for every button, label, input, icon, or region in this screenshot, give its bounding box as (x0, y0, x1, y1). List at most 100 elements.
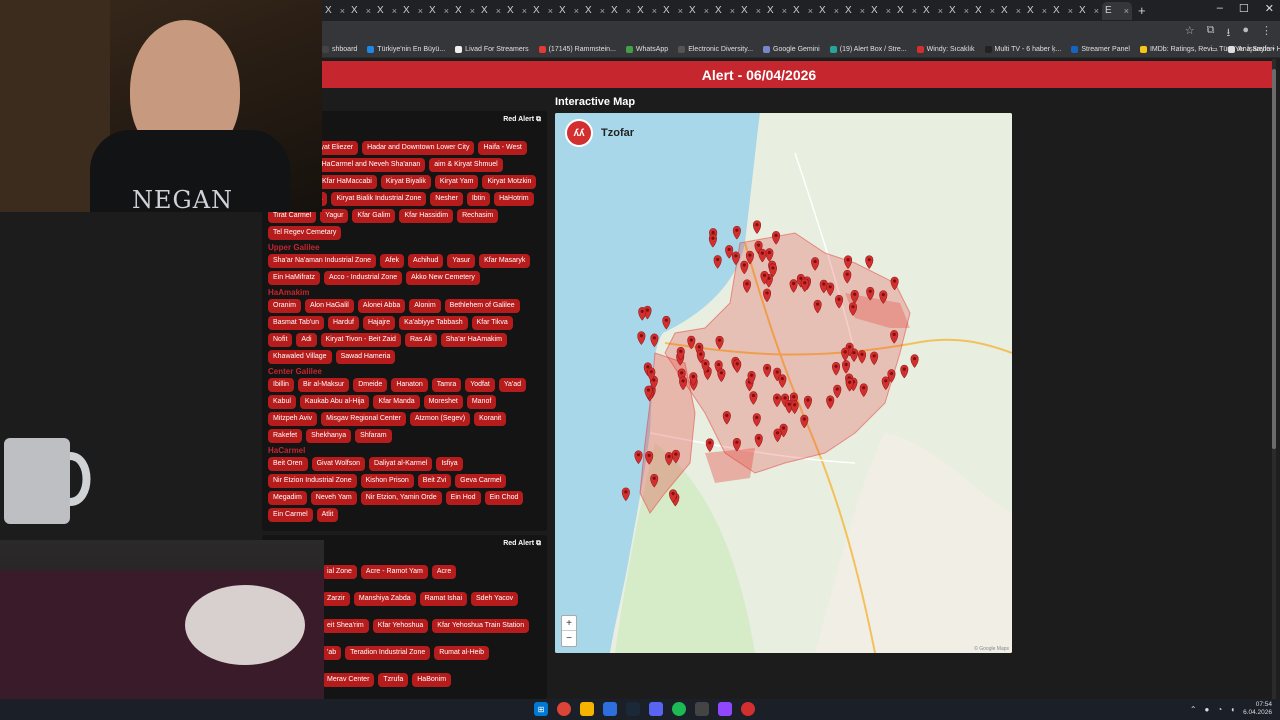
alert-location-chip[interactable]: Tel Regev Cemetary (268, 226, 342, 240)
alert-location-chip[interactable]: Yagur (320, 209, 349, 223)
browser-tab[interactable]: X × (608, 2, 634, 20)
tab-close-icon[interactable]: × (340, 6, 345, 16)
alert-pin-icon[interactable] (859, 383, 868, 398)
alert-pin-icon[interactable] (789, 279, 798, 293)
tab-close-icon[interactable]: × (678, 6, 683, 16)
alert-pin-icon[interactable] (650, 333, 659, 348)
alert-pin-icon[interactable] (826, 282, 835, 297)
tab-close-icon[interactable]: × (1068, 6, 1073, 16)
browser-tab[interactable]: X × (478, 2, 504, 20)
alert-location-chip[interactable]: Alon HaGalil (304, 299, 354, 313)
browser-tab[interactable]: X × (660, 2, 686, 20)
alert-pin-icon[interactable] (731, 251, 740, 266)
app-icon[interactable] (603, 702, 617, 716)
browser-tab[interactable]: X × (712, 2, 738, 20)
alert-location-chip[interactable]: Kiryat Tivon - Beit Zaid (320, 333, 401, 347)
alert-pin-icon[interactable] (833, 384, 842, 399)
alert-pin-icon[interactable] (645, 451, 654, 465)
alert-location-chip[interactable]: Sha'ar Na'aman Industrial Zone (268, 254, 377, 268)
alert-location-chip[interactable]: HaBonim (412, 673, 452, 687)
alert-location-chip[interactable]: Oranim (268, 299, 301, 313)
browser-tab[interactable]: X × (946, 2, 972, 20)
chevron-up-icon[interactable]: ⌃ (1190, 705, 1197, 714)
browser-tab[interactable]: X × (582, 2, 608, 20)
alert-location-chip[interactable]: Kishon Prison (360, 474, 414, 488)
alert-pin-icon[interactable] (713, 255, 722, 269)
alert-pin-icon[interactable] (800, 278, 809, 293)
alert-location-chip[interactable]: Kiryat Bialik Industrial Zone (331, 192, 427, 206)
alert-location-chip[interactable]: Bethlehem of Galilee (444, 299, 520, 313)
alert-pin-icon[interactable] (749, 391, 758, 405)
alert-pin-icon[interactable] (715, 335, 724, 350)
alert-pin-icon[interactable] (844, 255, 853, 270)
alert-location-chip[interactable]: Haifa - West (478, 141, 527, 155)
alert-pin-icon[interactable] (638, 307, 647, 321)
file-explorer-icon[interactable] (580, 702, 594, 716)
tab-close-icon[interactable]: × (392, 6, 397, 16)
interactive-map[interactable]: ʎʎ Tzofar + − © Google Maps (555, 113, 1012, 653)
clock[interactable]: 07:54 6.04.2026 (1243, 701, 1272, 717)
alert-location-chip[interactable]: Khawaled Village (268, 350, 332, 364)
alert-location-chip[interactable]: Kfar Masaryk (479, 254, 531, 268)
tab-close-icon[interactable]: × (1016, 6, 1021, 16)
alert-location-chip[interactable]: Ibillin (268, 378, 294, 392)
alert-location-chip[interactable]: Ein HaMifratz (268, 271, 321, 285)
alert-location-chip[interactable]: Manshiya Zabda (353, 592, 416, 606)
tab-close-icon[interactable]: × (990, 6, 995, 16)
alert-location-chip[interactable]: Isfiya (436, 457, 463, 471)
tab-close-icon[interactable]: × (730, 6, 735, 16)
alert-location-chip[interactable]: Kaukab Abu al-Hija (299, 395, 370, 409)
alert-pin-icon[interactable] (773, 428, 782, 443)
tab-close-icon[interactable]: × (366, 6, 371, 16)
alert-location-chip[interactable]: Kiryat Motzkin (482, 175, 537, 189)
browser-tab[interactable]: X × (1076, 2, 1102, 20)
alert-location-chip[interactable]: Beit Oren (268, 457, 308, 471)
tab-close-icon[interactable]: × (470, 6, 475, 16)
alert-location-chip[interactable]: Kfar HaMaccabi (317, 175, 377, 189)
alert-location-chip[interactable]: Moreshet (423, 395, 463, 409)
bookmark-item[interactable]: Türkiye'nin En Büyü... (367, 45, 445, 53)
tab-close-icon[interactable]: × (444, 6, 449, 16)
alert-location-chip[interactable]: Akko New Cemetery (406, 271, 480, 285)
alert-pin-icon[interactable] (662, 315, 671, 330)
alert-location-chip[interactable]: Ein Hod (445, 491, 481, 505)
alert-pin-icon[interactable] (841, 347, 850, 362)
alert-location-chip[interactable]: Nir Etzion Industrial Zone (268, 474, 357, 488)
alert-pin-icon[interactable] (650, 473, 659, 488)
alert-pin-icon[interactable] (778, 374, 787, 389)
alert-pin-icon[interactable] (753, 220, 762, 235)
alert-location-chip[interactable]: Kfar Yehoshua Train Station (432, 619, 530, 633)
alert-pin-icon[interactable] (879, 290, 888, 304)
browser-tab[interactable]: X × (374, 2, 400, 20)
alert-pin-icon[interactable] (910, 354, 919, 368)
alert-pin-icon[interactable] (813, 299, 822, 314)
steam-icon[interactable] (626, 702, 640, 716)
alert-location-chip[interactable]: Acre - Ramot Yam (360, 565, 428, 579)
tab-close-icon[interactable]: × (1042, 6, 1047, 16)
tab-close-icon[interactable]: × (600, 6, 605, 16)
scrollbar-thumb[interactable] (1272, 69, 1276, 449)
alert-location-chip[interactable]: Yodfat (465, 378, 495, 392)
minimize-icon[interactable]: – (1217, 2, 1223, 15)
browser-tab[interactable]: X × (504, 2, 530, 20)
alert-pin-icon[interactable] (752, 413, 761, 427)
alert-location-chip[interactable]: Sawad Hameria (335, 350, 396, 364)
alert-location-chip[interactable]: Kiryat Biyalik (380, 175, 431, 189)
tab-close-icon[interactable]: × (522, 6, 527, 16)
alert-location-chip[interactable]: Ka'abiyye Tabbash (399, 316, 468, 330)
browser-tab[interactable]: X × (400, 2, 426, 20)
alert-location-chip[interactable]: Geva Carmel (455, 474, 507, 488)
alert-location-chip[interactable]: HaCarmel and Neveh Sha'anan (316, 158, 426, 172)
alert-pin-icon[interactable] (803, 395, 812, 410)
new-tab-button[interactable]: + (1138, 3, 1146, 18)
alert-location-chip[interactable]: Kfar Hassidim (399, 209, 454, 223)
alert-location-chip[interactable]: Givat Wolfson (311, 457, 366, 471)
browser-tab[interactable]: X × (348, 2, 374, 20)
alert-location-chip[interactable]: Atlit (316, 508, 339, 522)
page-scrollbar[interactable] (1272, 59, 1276, 699)
bookmark-item[interactable]: (19) Alert Box / Stre... (829, 45, 907, 53)
expand-icon[interactable]: ⧉ (536, 116, 541, 123)
alert-pin-icon[interactable] (725, 245, 734, 259)
alert-location-chip[interactable]: Koranit (474, 412, 507, 426)
windows-start-icon[interactable]: ⊞ (534, 702, 548, 716)
